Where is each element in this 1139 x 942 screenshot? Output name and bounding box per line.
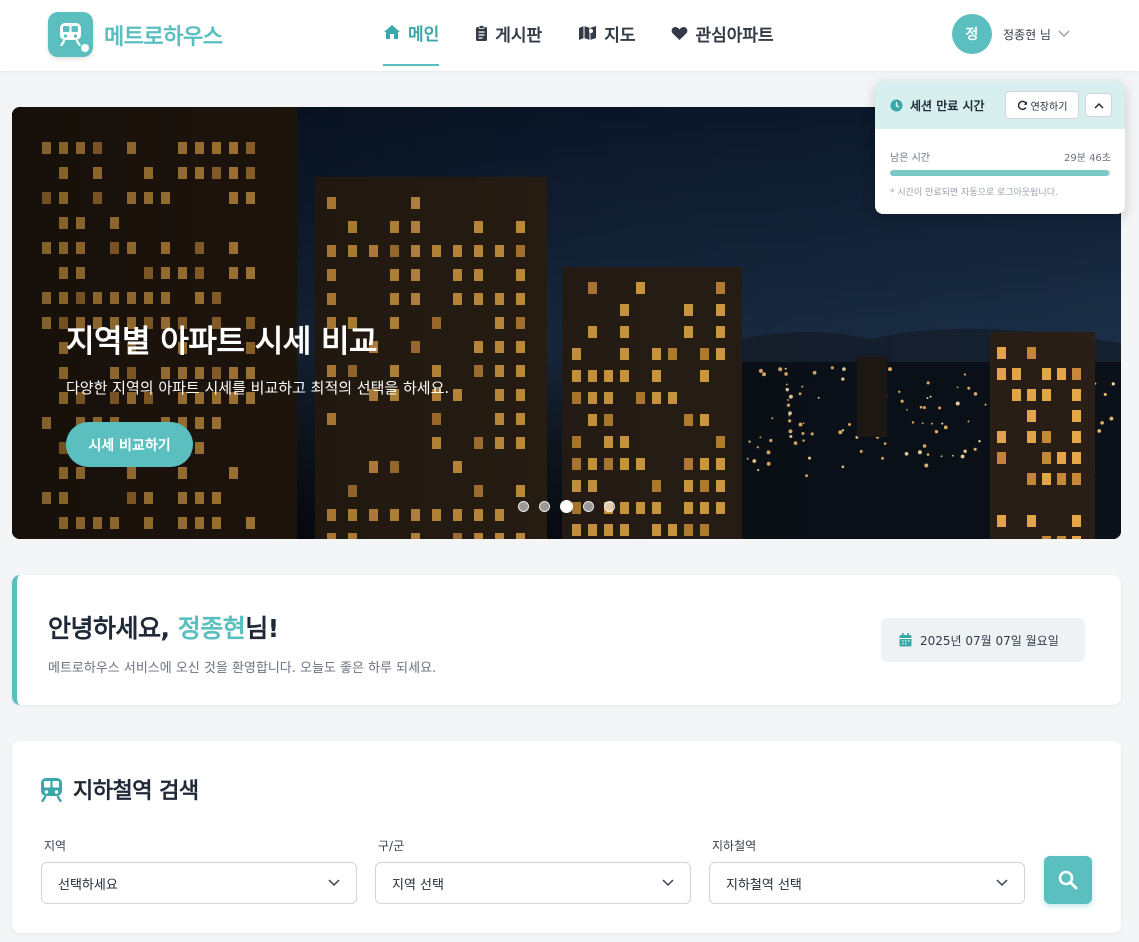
carousel-indicators [518,500,625,513]
date-text: 2025년 07월 07일 월요일 [920,633,1059,648]
session-note: * 시간이 만료되면 자동으로 로그아웃됩니다. [890,188,1058,198]
nav-item-board[interactable]: 게시판 [475,0,542,66]
home-icon [384,25,400,39]
chevron-up-icon [1093,102,1104,109]
remaining-time-value: 29분 46초 [1063,153,1111,164]
session-progress-fill [890,170,1109,176]
carousel-dot[interactable] [604,501,615,512]
district-select[interactable]: 지역 선택 [375,862,691,904]
search-title-text: 지하철역 검색 [73,779,199,804]
heart-icon [672,26,688,40]
chevron-down-icon [996,879,1008,887]
district-label: 구/군 [378,839,405,853]
chevron-down-icon [662,879,674,887]
region-select-value: 선택하세요 [58,877,118,893]
station-select-value: 지하철역 선택 [726,877,802,893]
user-menu[interactable]: 정 정종현 님 [952,14,1070,54]
search-icon [1058,870,1078,890]
clock-icon [890,99,903,111]
hero-title: 지역별 아파트 시세 비교 [66,324,378,360]
logo-text: 메트로하우스 [104,24,223,50]
chevron-down-icon [328,879,340,887]
extend-session-button[interactable]: 연장하기 [1005,91,1079,119]
top-header: 메트로하우스 메인 게시판 지도 관심아파트 정 정종현 님 [0,0,1139,71]
carousel-dot[interactable] [539,501,550,512]
nav-item-label: 관심아파트 [695,25,774,46]
main-nav: 메인 게시판 지도 관심아파트 [383,0,810,71]
welcome-subtitle: 메트로하우스 서비스에 오신 것을 환영합니다. 오늘도 좋은 하루 되세요. [48,661,437,676]
train-logo-icon [48,12,93,57]
refresh-icon [1017,100,1027,110]
welcome-title: 안녕하세요, 정종현님! [48,609,279,645]
user-name: 정종현 님 [1003,27,1051,42]
nav-item-label: 메인 [408,24,440,45]
clipboard-icon [476,24,488,41]
district-select-value: 지역 선택 [392,877,444,893]
avatar: 정 [952,14,992,54]
nav-item-map[interactable]: 지도 [578,0,635,66]
region-select[interactable]: 선택하세요 [41,862,357,904]
nav-item-main[interactable]: 메인 [383,0,440,66]
nav-item-favorite[interactable]: 관심아파트 [671,0,774,66]
session-timer-panel: 세션 만료 시간 연장하기 남은 시간 29분 46초 * 시간이 만료되면 자… [875,81,1125,214]
greeting-suffix: 님! [245,614,279,643]
map-icon [579,26,597,40]
chevron-down-icon [1058,30,1070,38]
hero-subtitle: 다양한 지역의 아파트 시세를 비교하고 최적의 선택을 하세요. [66,379,450,397]
extend-label: 연장하기 [1030,101,1068,113]
remaining-time-label: 남은 시간 [890,153,930,164]
session-title: 세션 만료 시간 [910,98,985,113]
station-label: 지하철역 [712,839,757,853]
welcome-user-name: 정종현 [177,614,246,643]
carousel-dot[interactable] [560,500,573,513]
session-progress-bar [890,170,1111,176]
logo[interactable]: 메트로하우스 [48,12,223,57]
nav-item-label: 게시판 [495,25,543,46]
region-label: 지역 [44,839,67,853]
search-button[interactable] [1044,856,1092,904]
compare-prices-button[interactable]: 시세 비교하기 [66,422,193,467]
calendar-icon [899,633,912,647]
carousel-dot[interactable] [518,501,529,512]
search-title: 지하철역 검색 [40,773,199,805]
subway-search-card: 지하철역 검색 지역 선택하세요 구/군 지역 선택 지하철역 지하철역 선택 [12,741,1121,933]
carousel-dot[interactable] [583,501,594,512]
date-display: 2025년 07월 07일 월요일 [881,618,1085,662]
collapse-session-button[interactable] [1085,93,1112,117]
greeting-prefix: 안녕하세요, [48,614,178,643]
welcome-card: 안녕하세요, 정종현님! 메트로하우스 서비스에 오신 것을 환영합니다. 오늘… [12,575,1121,705]
station-select[interactable]: 지하철역 선택 [709,862,1025,904]
nav-item-label: 지도 [604,25,636,46]
subway-icon [41,777,62,802]
